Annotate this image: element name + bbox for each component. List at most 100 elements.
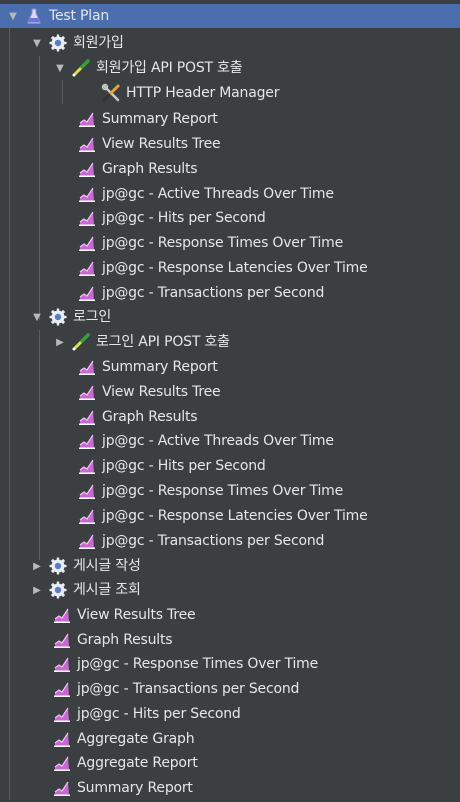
node-label: jp@gc - Response Times Over Time <box>102 235 343 251</box>
tree-node-listener[interactable]: Summary Report <box>0 776 460 800</box>
tree-node-listener[interactable]: jp@gc - Response Times Over Time <box>0 231 460 255</box>
node-label: jp@gc - Response Times Over Time <box>102 483 343 499</box>
tree-node-thread-group[interactable]: ▼ 로그인 <box>0 305 460 329</box>
expand-arrow-icon[interactable]: ▶ <box>30 559 44 573</box>
expand-arrow-icon[interactable]: ▶ <box>53 335 67 349</box>
node-label: Summary Report <box>102 111 218 127</box>
tree-node-listener[interactable]: jp@gc - Hits per Second <box>0 454 460 478</box>
tree-node-listener[interactable]: jp@gc - Response Times Over Time <box>0 479 460 503</box>
node-label: jp@gc - Response Latencies Over Time <box>102 260 368 276</box>
tree-node-listener[interactable]: jp@gc - Transactions per Second <box>0 529 460 553</box>
tree-node-listener[interactable]: Graph Results <box>0 405 460 429</box>
node-label: Summary Report <box>102 359 218 375</box>
node-label: Graph Results <box>102 409 198 425</box>
node-label: 로그인 API POST 호출 <box>96 334 230 350</box>
listener-graph-icon <box>77 134 97 154</box>
tree-node-thread-group[interactable]: ▶ 게시글 작성 <box>0 554 460 578</box>
node-label: jp@gc - Transactions per Second <box>102 285 325 301</box>
tree-node-listener[interactable]: jp@gc - Transactions per Second <box>0 281 460 305</box>
listener-graph-icon <box>77 456 97 476</box>
collapse-arrow-icon[interactable]: ▼ <box>30 310 44 324</box>
node-label: Aggregate Graph <box>77 731 195 747</box>
listener-graph-icon <box>77 208 97 228</box>
node-label: jp@gc - Active Threads Over Time <box>102 186 334 202</box>
tree-node-test-plan[interactable]: ▼ Test Plan <box>0 4 460 28</box>
tree-node-listener[interactable]: Graph Results <box>0 157 460 181</box>
header-manager-tools-icon <box>101 83 121 103</box>
node-label: jp@gc - Response Latencies Over Time <box>102 508 368 524</box>
node-label: Test Plan <box>49 8 110 24</box>
node-label: Graph Results <box>77 632 173 648</box>
tree-node-listener[interactable]: Graph Results <box>0 628 460 652</box>
listener-graph-icon <box>52 679 72 699</box>
listener-graph-icon <box>77 159 97 179</box>
listener-graph-icon <box>52 704 72 724</box>
listener-graph-icon <box>77 357 97 377</box>
node-label: View Results Tree <box>102 136 221 152</box>
listener-graph-icon <box>52 654 72 674</box>
node-label: jp@gc - Response Times Over Time <box>77 656 318 672</box>
tree-node-listener[interactable]: jp@gc - Response Latencies Over Time <box>0 504 460 528</box>
listener-graph-icon <box>77 283 97 303</box>
tree-node-listener[interactable]: Summary Report <box>0 107 460 131</box>
collapse-arrow-icon[interactable]: ▼ <box>30 36 44 50</box>
listener-graph-icon <box>77 233 97 253</box>
node-label: 로그인 <box>73 309 112 325</box>
expand-arrow-icon[interactable]: ▶ <box>30 583 44 597</box>
tree-node-listener[interactable]: jp@gc - Response Latencies Over Time <box>0 256 460 280</box>
tree-node-sampler[interactable]: ▼ 회원가입 API POST 호출 <box>0 56 460 80</box>
listener-graph-icon <box>77 431 97 451</box>
collapse-arrow-icon[interactable]: ▼ <box>6 9 20 23</box>
tree-node-listener[interactable]: jp@gc - Active Threads Over Time <box>0 429 460 453</box>
tree-node-thread-group[interactable]: ▶ 게시글 조회 <box>0 578 460 602</box>
sampler-pipette-icon <box>71 58 91 78</box>
thread-group-gear-icon <box>48 556 68 576</box>
node-label: jp@gc - Transactions per Second <box>77 681 300 697</box>
listener-graph-icon <box>52 630 72 650</box>
node-label: jp@gc - Active Threads Over Time <box>102 433 334 449</box>
listener-graph-icon <box>77 258 97 278</box>
tree-node-listener[interactable]: jp@gc - Hits per Second <box>0 702 460 726</box>
node-label: View Results Tree <box>102 384 221 400</box>
node-label: HTTP Header Manager <box>126 85 280 101</box>
node-label: Graph Results <box>102 161 198 177</box>
tree-node-listener[interactable]: Aggregate Graph <box>0 727 460 751</box>
listener-graph-icon <box>77 506 97 526</box>
node-label: 회원가입 API POST 호출 <box>96 60 243 76</box>
tree-node-listener[interactable]: Aggregate Report <box>0 751 460 775</box>
sampler-pipette-icon <box>71 332 91 352</box>
tree-node-listener[interactable]: View Results Tree <box>0 603 460 627</box>
listener-graph-icon <box>77 382 97 402</box>
tree-node-listener[interactable]: jp@gc - Active Threads Over Time <box>0 182 460 206</box>
node-label: 게시글 작성 <box>73 558 141 574</box>
thread-group-gear-icon <box>48 33 68 53</box>
tree-node-listener[interactable]: jp@gc - Hits per Second <box>0 206 460 230</box>
node-label: Summary Report <box>77 780 193 796</box>
listener-graph-icon <box>77 531 97 551</box>
tree-node-header-manager[interactable]: HTTP Header Manager <box>0 81 460 105</box>
test-plan-icon <box>24 6 44 26</box>
tree-node-listener[interactable]: Summary Report <box>0 355 460 379</box>
listener-graph-icon <box>52 729 72 749</box>
tree-node-thread-group[interactable]: ▼ 회원가입 <box>0 31 460 55</box>
tree-node-listener[interactable]: jp@gc - Transactions per Second <box>0 677 460 701</box>
thread-group-gear-icon <box>48 580 68 600</box>
listener-graph-icon <box>77 481 97 501</box>
node-label: jp@gc - Hits per Second <box>102 458 266 474</box>
collapse-arrow-icon[interactable]: ▼ <box>53 61 67 75</box>
node-label: jp@gc - Hits per Second <box>77 706 241 722</box>
node-label: 게시글 조회 <box>73 582 141 598</box>
node-label: 회원가입 <box>73 35 124 51</box>
listener-graph-icon <box>77 109 97 129</box>
test-plan-tree: ▼ Test Plan ▼ 회원가입 ▼ 회원가입 API POST 호출 HT… <box>0 0 460 802</box>
tree-node-listener[interactable]: View Results Tree <box>0 380 460 404</box>
tree-node-listener[interactable]: jp@gc - Response Times Over Time <box>0 652 460 676</box>
tree-node-listener[interactable]: View Results Tree <box>0 132 460 156</box>
tree-node-sampler[interactable]: ▶ 로그인 API POST 호출 <box>0 330 460 354</box>
listener-graph-icon <box>52 778 72 798</box>
node-label: Aggregate Report <box>77 755 198 771</box>
node-label: View Results Tree <box>77 607 196 623</box>
node-label: jp@gc - Hits per Second <box>102 210 266 226</box>
listener-graph-icon <box>77 184 97 204</box>
listener-graph-icon <box>52 753 72 773</box>
